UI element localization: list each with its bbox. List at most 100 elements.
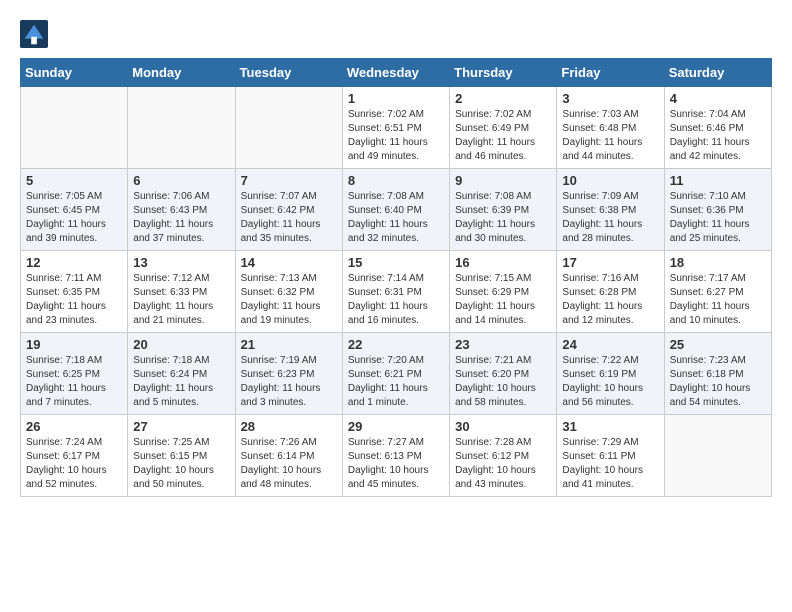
calendar-cell [128, 87, 235, 169]
calendar-cell: 19 Sunrise: 7:18 AMSunset: 6:25 PMDayligh… [21, 333, 128, 415]
day-info: Sunrise: 7:23 AMSunset: 6:18 PMDaylight:… [670, 354, 766, 410]
day-number: 5 [26, 173, 122, 188]
day-number: 26 [26, 419, 122, 434]
day-number: 19 [26, 337, 122, 352]
weekday-header-sunday: Sunday [21, 59, 128, 87]
weekday-header-tuesday: Tuesday [235, 59, 342, 87]
day-number: 27 [133, 419, 229, 434]
day-number: 7 [241, 173, 337, 188]
calendar-cell: 26 Sunrise: 7:24 AMSunset: 6:17 PMDayligh… [21, 415, 128, 497]
day-info: Sunrise: 7:08 AMSunset: 6:39 PMDaylight:… [455, 190, 551, 246]
day-number: 30 [455, 419, 551, 434]
calendar-week-row: 1 Sunrise: 7:02 AMSunset: 6:51 PMDaylight… [21, 87, 772, 169]
day-info: Sunrise: 7:06 AMSunset: 6:43 PMDaylight:… [133, 190, 229, 246]
day-info: Sunrise: 7:15 AMSunset: 6:29 PMDaylight:… [455, 272, 551, 328]
day-number: 3 [562, 91, 658, 106]
day-info: Sunrise: 7:26 AMSunset: 6:14 PMDaylight:… [241, 436, 337, 492]
day-number: 14 [241, 255, 337, 270]
day-number: 10 [562, 173, 658, 188]
calendar-cell: 27 Sunrise: 7:25 AMSunset: 6:15 PMDayligh… [128, 415, 235, 497]
day-info: Sunrise: 7:16 AMSunset: 6:28 PMDaylight:… [562, 272, 658, 328]
weekday-header-monday: Monday [128, 59, 235, 87]
calendar-cell [235, 87, 342, 169]
day-number: 29 [348, 419, 444, 434]
calendar-table: SundayMondayTuesdayWednesdayThursdayFrid… [20, 58, 772, 497]
day-info: Sunrise: 7:02 AMSunset: 6:49 PMDaylight:… [455, 108, 551, 164]
day-info: Sunrise: 7:28 AMSunset: 6:12 PMDaylight:… [455, 436, 551, 492]
day-number: 11 [670, 173, 766, 188]
day-info: Sunrise: 7:07 AMSunset: 6:42 PMDaylight:… [241, 190, 337, 246]
day-info: Sunrise: 7:18 AMSunset: 6:25 PMDaylight:… [26, 354, 122, 410]
day-number: 16 [455, 255, 551, 270]
day-info: Sunrise: 7:03 AMSunset: 6:48 PMDaylight:… [562, 108, 658, 164]
calendar-cell: 4 Sunrise: 7:04 AMSunset: 6:46 PMDaylight… [664, 87, 771, 169]
day-info: Sunrise: 7:11 AMSunset: 6:35 PMDaylight:… [26, 272, 122, 328]
calendar-cell: 12 Sunrise: 7:11 AMSunset: 6:35 PMDayligh… [21, 251, 128, 333]
day-info: Sunrise: 7:14 AMSunset: 6:31 PMDaylight:… [348, 272, 444, 328]
calendar-cell: 16 Sunrise: 7:15 AMSunset: 6:29 PMDayligh… [450, 251, 557, 333]
day-number: 18 [670, 255, 766, 270]
calendar-cell: 31Sunrise: 7:29 AMSunset: 6:11 PMDayligh… [557, 415, 664, 497]
calendar-cell: 17Sunrise: 7:16 AMSunset: 6:28 PMDayligh… [557, 251, 664, 333]
calendar-cell: 9 Sunrise: 7:08 AMSunset: 6:39 PMDaylight… [450, 169, 557, 251]
day-info: Sunrise: 7:17 AMSunset: 6:27 PMDaylight:… [670, 272, 766, 328]
day-number: 1 [348, 91, 444, 106]
day-number: 21 [241, 337, 337, 352]
day-info: Sunrise: 7:29 AMSunset: 6:11 PMDaylight:… [562, 436, 658, 492]
calendar-cell: 7 Sunrise: 7:07 AMSunset: 6:42 PMDaylight… [235, 169, 342, 251]
day-info: Sunrise: 7:05 AMSunset: 6:45 PMDaylight:… [26, 190, 122, 246]
day-number: 4 [670, 91, 766, 106]
day-number: 6 [133, 173, 229, 188]
day-number: 24 [562, 337, 658, 352]
calendar-cell [21, 87, 128, 169]
day-number: 28 [241, 419, 337, 434]
calendar-cell: 20 Sunrise: 7:18 AMSunset: 6:24 PMDayligh… [128, 333, 235, 415]
day-number: 20 [133, 337, 229, 352]
calendar-cell: 14Sunrise: 7:13 AMSunset: 6:32 PMDayligh… [235, 251, 342, 333]
calendar-week-row: 5 Sunrise: 7:05 AMSunset: 6:45 PMDaylight… [21, 169, 772, 251]
day-info: Sunrise: 7:22 AMSunset: 6:19 PMDaylight:… [562, 354, 658, 410]
calendar-cell: 6 Sunrise: 7:06 AMSunset: 6:43 PMDaylight… [128, 169, 235, 251]
day-info: Sunrise: 7:27 AMSunset: 6:13 PMDaylight:… [348, 436, 444, 492]
calendar-cell: 15Sunrise: 7:14 AMSunset: 6:31 PMDayligh… [342, 251, 449, 333]
calendar-header-row: SundayMondayTuesdayWednesdayThursdayFrid… [21, 59, 772, 87]
calendar-cell: 13Sunrise: 7:12 AMSunset: 6:33 PMDayligh… [128, 251, 235, 333]
day-info: Sunrise: 7:02 AMSunset: 6:51 PMDaylight:… [348, 108, 444, 164]
day-info: Sunrise: 7:04 AMSunset: 6:46 PMDaylight:… [670, 108, 766, 164]
calendar-cell: 30 Sunrise: 7:28 AMSunset: 6:12 PMDayligh… [450, 415, 557, 497]
calendar-cell: 10 Sunrise: 7:09 AMSunset: 6:38 PMDayligh… [557, 169, 664, 251]
day-number: 22 [348, 337, 444, 352]
day-info: Sunrise: 7:19 AMSunset: 6:23 PMDaylight:… [241, 354, 337, 410]
logo-icon [20, 20, 48, 48]
day-info: Sunrise: 7:09 AMSunset: 6:38 PMDaylight:… [562, 190, 658, 246]
day-info: Sunrise: 7:10 AMSunset: 6:36 PMDaylight:… [670, 190, 766, 246]
calendar-week-row: 12 Sunrise: 7:11 AMSunset: 6:35 PMDayligh… [21, 251, 772, 333]
calendar-cell: 8 Sunrise: 7:08 AMSunset: 6:40 PMDaylight… [342, 169, 449, 251]
calendar-cell: 21 Sunrise: 7:19 AMSunset: 6:23 PMDayligh… [235, 333, 342, 415]
calendar-cell [664, 415, 771, 497]
calendar-cell: 28 Sunrise: 7:26 AMSunset: 6:14 PMDayligh… [235, 415, 342, 497]
day-number: 2 [455, 91, 551, 106]
calendar-cell: 29 Sunrise: 7:27 AMSunset: 6:13 PMDayligh… [342, 415, 449, 497]
calendar-cell: 23Sunrise: 7:21 AMSunset: 6:20 PMDayligh… [450, 333, 557, 415]
calendar-week-row: 19 Sunrise: 7:18 AMSunset: 6:25 PMDayligh… [21, 333, 772, 415]
weekday-header-saturday: Saturday [664, 59, 771, 87]
calendar-cell: 1 Sunrise: 7:02 AMSunset: 6:51 PMDaylight… [342, 87, 449, 169]
day-info: Sunrise: 7:18 AMSunset: 6:24 PMDaylight:… [133, 354, 229, 410]
calendar-cell: 22Sunrise: 7:20 AMSunset: 6:21 PMDayligh… [342, 333, 449, 415]
day-number: 9 [455, 173, 551, 188]
day-info: Sunrise: 7:25 AMSunset: 6:15 PMDaylight:… [133, 436, 229, 492]
day-number: 25 [670, 337, 766, 352]
day-number: 12 [26, 255, 122, 270]
day-number: 8 [348, 173, 444, 188]
weekday-header-friday: Friday [557, 59, 664, 87]
day-info: Sunrise: 7:24 AMSunset: 6:17 PMDaylight:… [26, 436, 122, 492]
page-header [20, 20, 772, 48]
calendar-cell: 24 Sunrise: 7:22 AMSunset: 6:19 PMDayligh… [557, 333, 664, 415]
calendar-cell: 2 Sunrise: 7:02 AMSunset: 6:49 PMDaylight… [450, 87, 557, 169]
day-number: 13 [133, 255, 229, 270]
calendar-cell: 18 Sunrise: 7:17 AMSunset: 6:27 PMDayligh… [664, 251, 771, 333]
logo [20, 20, 52, 48]
day-info: Sunrise: 7:08 AMSunset: 6:40 PMDaylight:… [348, 190, 444, 246]
calendar-cell: 25 Sunrise: 7:23 AMSunset: 6:18 PMDayligh… [664, 333, 771, 415]
